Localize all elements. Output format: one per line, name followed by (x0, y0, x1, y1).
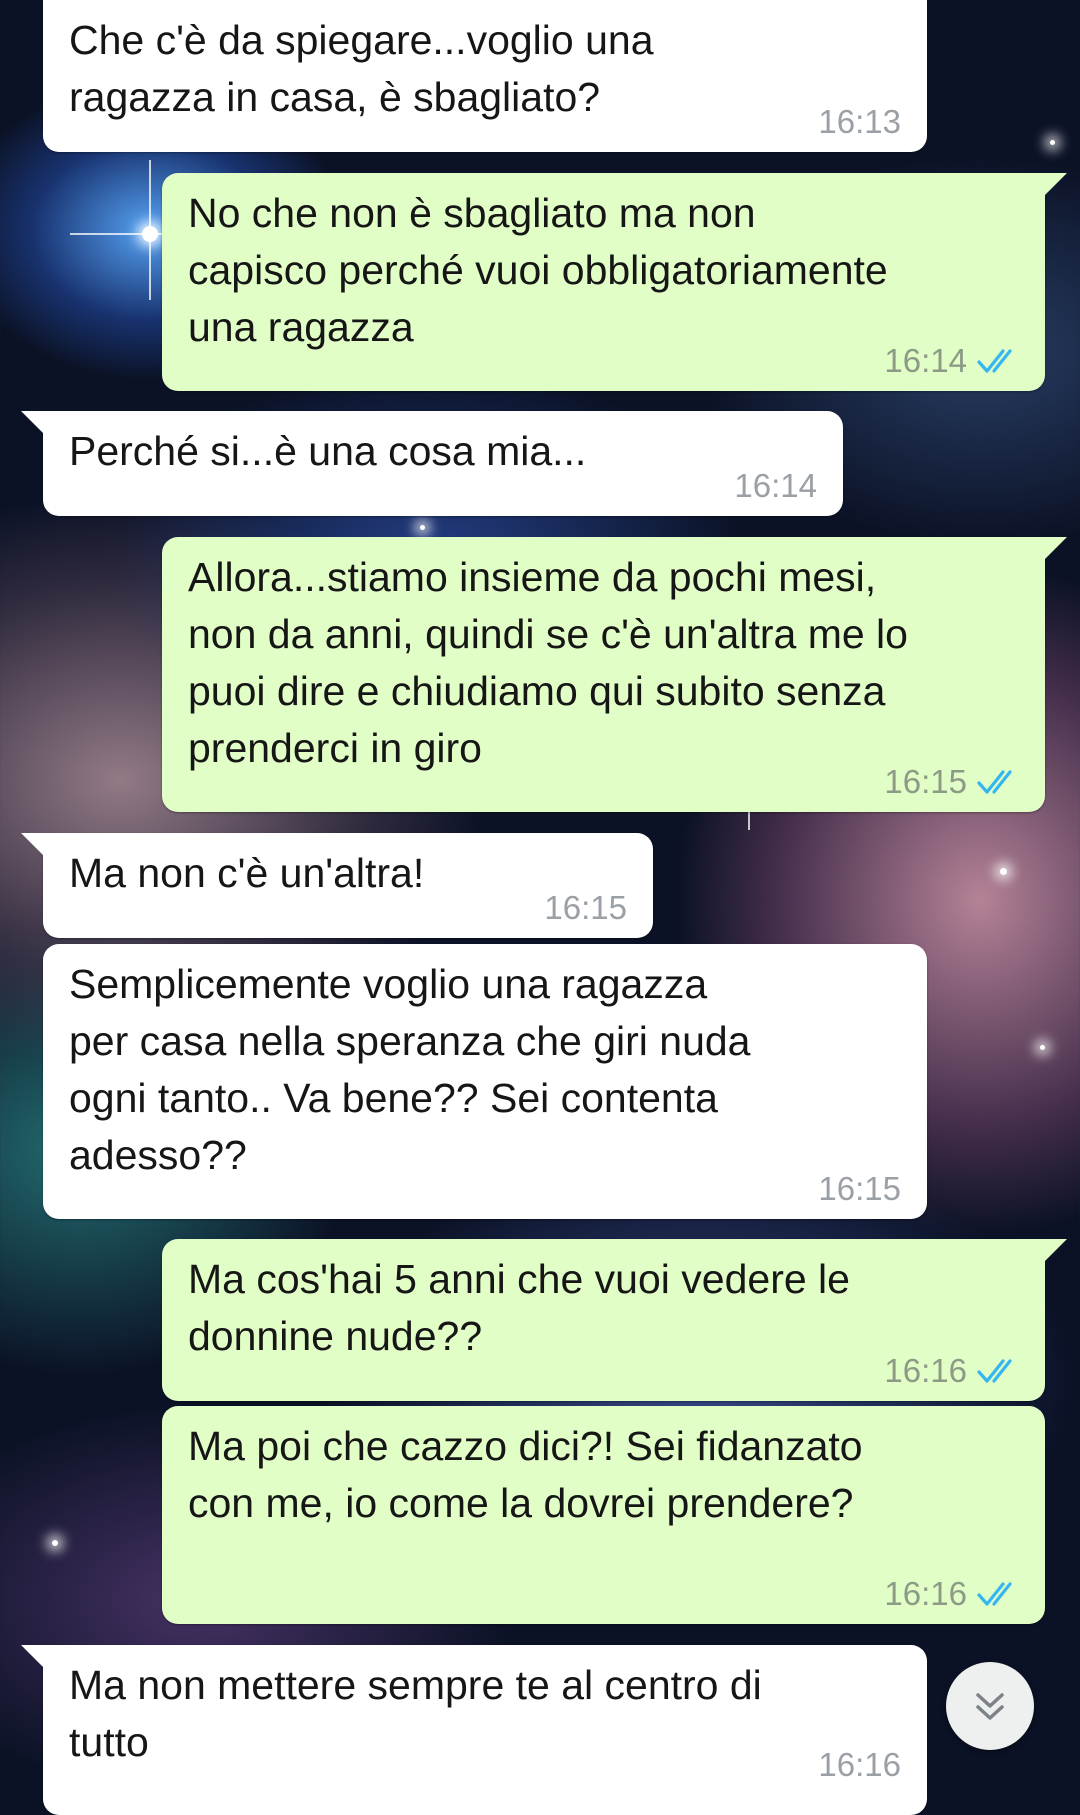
message-text: Semplicemente voglio una ragazza per cas… (69, 961, 751, 1178)
message-meta: 16:16 (884, 1351, 1021, 1391)
message-text: Ma poi che cazzo dici?! Sei fidanzato co… (188, 1423, 863, 1526)
chevron-double-down-icon (976, 1693, 1004, 1720)
incoming-message[interactable]: Semplicemente voglio una ragazza per cas… (43, 944, 927, 1219)
message-meta: 16:14 (884, 341, 1021, 381)
message-meta: 16:15 (818, 1169, 901, 1209)
message-text: Perché si...è una cosa mia... (69, 428, 587, 474)
message-text: Ma cos'hai 5 anni che vuoi vedere le don… (188, 1256, 850, 1359)
incoming-message[interactable]: Ma non c'è un'altra! 16:15 (21, 833, 653, 938)
message-time: 16:16 (818, 1746, 901, 1783)
message-meta: 16:15 (884, 762, 1021, 802)
message-meta: 16:14 (734, 466, 817, 506)
message-text: Ma non c'è un'altra! (69, 850, 425, 896)
outgoing-message[interactable]: Allora...stiamo insieme da pochi mesi, n… (162, 537, 1067, 812)
message-time: 16:15 (884, 763, 967, 800)
outgoing-message[interactable]: Ma poi che cazzo dici?! Sei fidanzato co… (162, 1406, 1045, 1624)
message-time: 16:14 (734, 467, 817, 504)
double-check-icon (977, 770, 1012, 794)
incoming-message[interactable]: Ma non mettere sempre te al centro di tu… (21, 1645, 927, 1815)
outgoing-message[interactable]: Ma cos'hai 5 anni che vuoi vedere le don… (162, 1239, 1067, 1401)
message-time: 16:15 (818, 1170, 901, 1207)
message-meta: 16:16 (884, 1574, 1021, 1614)
scroll-to-bottom-button[interactable] (946, 1662, 1034, 1750)
incoming-message[interactable]: Perché si...è una cosa mia... 16:14 (21, 411, 843, 516)
message-text: Ma non mettere sempre te al centro di tu… (69, 1662, 762, 1765)
message-time: 16:14 (884, 342, 967, 379)
message-meta: 16:16 (818, 1745, 901, 1785)
message-meta: 16:15 (544, 888, 627, 928)
message-time: 16:16 (884, 1352, 967, 1389)
double-check-icon (977, 349, 1012, 373)
message-time: 16:15 (544, 889, 627, 926)
chat-conversation: Che c'è da spiegare...voglio una ragazza… (0, 0, 1080, 1815)
double-check-icon (977, 1359, 1012, 1383)
message-time: 16:13 (818, 103, 901, 140)
message-time: 16:16 (884, 1575, 967, 1612)
message-meta: 16:13 (818, 102, 901, 142)
message-text: No che non è sbagliato ma non capisco pe… (188, 190, 888, 350)
incoming-message[interactable]: Che c'è da spiegare...voglio una ragazza… (43, 0, 927, 152)
outgoing-message[interactable]: No che non è sbagliato ma non capisco pe… (162, 173, 1067, 391)
message-text: Che c'è da spiegare...voglio una ragazza… (69, 17, 654, 120)
message-text: Allora...stiamo insieme da pochi mesi, n… (188, 554, 908, 771)
double-check-icon (977, 1582, 1012, 1606)
